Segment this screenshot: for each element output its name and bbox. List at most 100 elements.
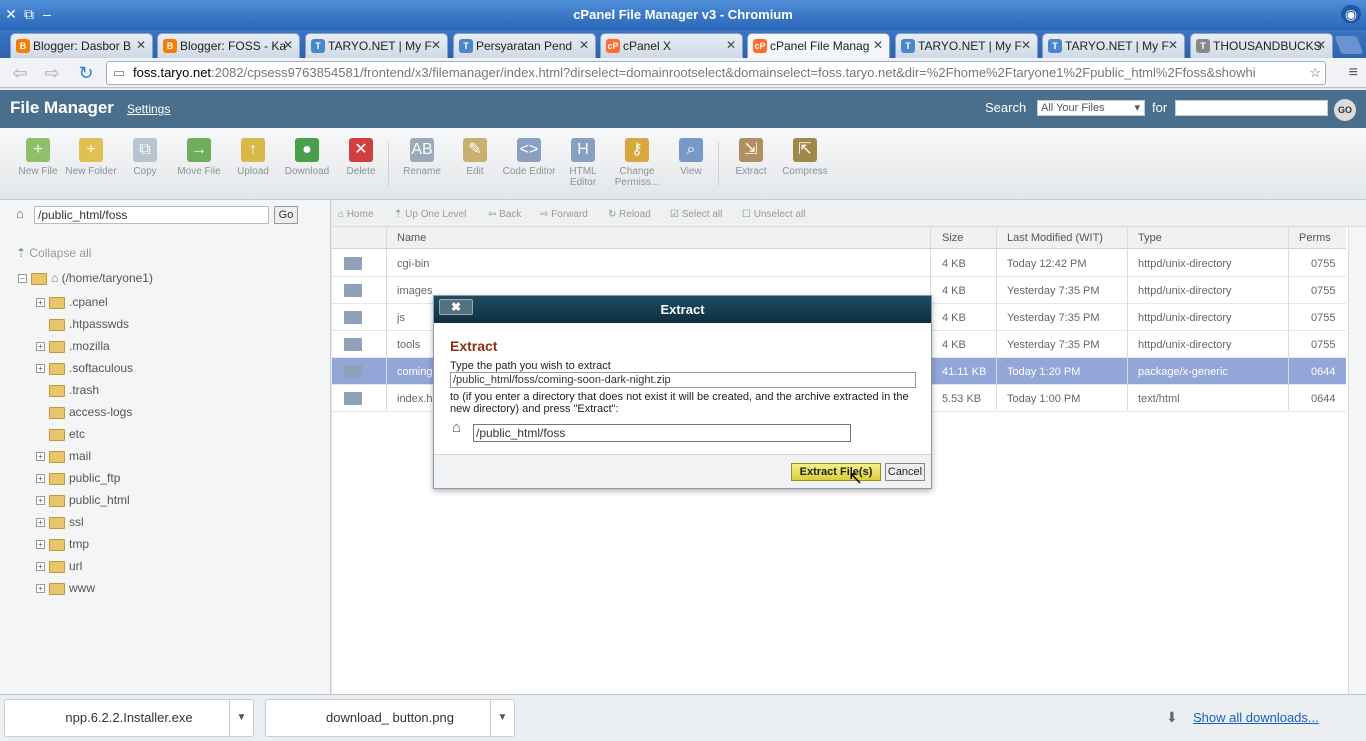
path-input[interactable]: /public_html/foss [34,206,269,224]
tab[interactable]: B Blogger: FOSS - Ka ✕ [157,33,300,58]
source-path-field[interactable]: /public_html/foss/coming-soon-dark-night… [450,372,916,388]
close-tab-icon[interactable]: ✕ [873,38,883,52]
tab[interactable]: T TARYO.NET | My F ✕ [1042,33,1185,58]
tree-item[interactable]: + .mozilla [36,339,110,353]
scrollbar[interactable] [1348,227,1366,694]
close-tab-icon[interactable]: ✕ [579,38,589,52]
tree-item[interactable]: + public_html [36,493,130,507]
tab[interactable]: cP cPanel File Manag ✕ [747,33,890,58]
file-modified: Today 12:42 PM [1007,258,1087,270]
nav-button[interactable]: ↻ Reload [608,209,651,220]
close-icon[interactable]: ✖ [439,299,473,315]
collapse-all-link[interactable]: ⇡ Collapse all [16,246,91,260]
tree-item[interactable]: + mail [36,449,91,463]
expand-toggle-icon[interactable]: + [36,540,45,550]
collapse-toggle-icon[interactable]: − [18,274,27,284]
expand-toggle-icon[interactable]: + [36,452,45,462]
tree-item[interactable]: + tmp [36,537,89,551]
tab[interactable]: T Persyaratan Pend ✕ [453,33,596,58]
forward-icon[interactable]: ⇨ [40,61,64,85]
cancel-button[interactable]: Cancel [885,463,925,481]
tree-item[interactable]: etc [36,427,85,441]
ribbon-button[interactable]: ✎ Edit [448,138,502,177]
ribbon-button[interactable]: <> Code Editor [502,138,556,177]
file-perms: 0755 [1311,312,1336,324]
path-go-button[interactable]: Go [274,206,298,224]
tree-item[interactable]: + .cpanel [36,295,108,309]
nav-button[interactable]: ⇦ Back [488,209,521,220]
back-icon[interactable]: ⇦ [8,61,32,85]
nav-button[interactable]: ⇨ Forward [540,209,588,220]
expand-toggle-icon[interactable]: + [36,342,45,352]
extract-files-button[interactable]: Extract File(s) [791,463,881,481]
tab[interactable]: T THOUSANDBUCKS ✕ [1190,33,1333,58]
ribbon-button[interactable]: + New Folder [64,138,118,177]
close-tab-icon[interactable]: ✕ [1021,38,1031,52]
search-go-button[interactable]: GO [1334,99,1356,121]
ribbon-button[interactable]: ⇱ Compress [778,138,832,177]
ribbon-button[interactable]: ⇲ Extract [724,138,778,177]
address-bar[interactable]: ▭ foss.taryo.net:2082/cpsess9763854581/f… [106,61,1326,85]
close-tab-icon[interactable]: ✕ [136,38,146,52]
search-scope-select[interactable]: All Your Files ▾ [1037,100,1145,116]
tree-item[interactable]: .htpasswds [36,317,129,331]
menu-icon[interactable]: ≡ [1349,64,1358,82]
ribbon-button[interactable]: ⌕ View [664,138,718,177]
target-path-input[interactable]: /public_html/foss [473,424,851,442]
nav-button[interactable]: ⇡ Up One Level [394,209,466,220]
tree-item[interactable]: + .softaculous [36,361,133,375]
ribbon-button[interactable]: + New File [11,138,65,177]
expand-toggle-icon[interactable]: + [36,364,45,374]
tree-item[interactable]: + public_ftp [36,471,120,485]
col-type[interactable]: Type [1138,232,1162,244]
tab[interactable]: T TARYO.NET | My F ✕ [895,33,1038,58]
tree-item[interactable]: + url [36,559,82,573]
tree-item[interactable]: access-logs [36,405,132,419]
tab[interactable]: B Blogger: Dasbor B ✕ [10,33,153,58]
col-size[interactable]: Size [942,232,963,244]
expand-toggle-icon[interactable]: + [36,584,45,594]
ribbon-button[interactable]: ● Download [280,138,334,177]
tab[interactable]: cP cPanel X ✕ [600,33,743,58]
close-tab-icon[interactable]: ✕ [431,38,441,52]
file-row[interactable]: cgi-bin 4 KB Today 12:42 PM httpd/unix-dire… [332,250,1346,277]
nav-button[interactable]: ☐ Unselect all [742,209,805,220]
col-perms[interactable]: Perms [1299,232,1331,244]
ribbon-button[interactable]: ⚷ Change Permiss... [610,138,664,188]
expand-toggle-icon[interactable]: + [36,496,45,506]
search-input[interactable] [1175,100,1328,116]
chevron-down-icon[interactable]: ▼ [490,700,514,736]
nav-button[interactable]: ⌂ Home [338,209,374,220]
close-tab-icon[interactable]: ✕ [283,38,293,52]
download-item[interactable]: download_ button.png ▼ [265,699,515,737]
expand-toggle-icon[interactable]: + [36,562,45,572]
ribbon-button[interactable]: ⧉ Copy [118,138,172,177]
expand-toggle-icon[interactable]: + [36,474,45,484]
close-tab-icon[interactable]: ✕ [1316,38,1326,52]
download-item[interactable]: npp.6.2.2.Installer.exe ▼ [4,699,254,737]
tab[interactable]: T TARYO.NET | My F ✕ [305,33,448,58]
ribbon-button[interactable]: ✕ Delete [334,138,388,177]
browser-toolbar: ⇦ ⇨ ↻ ▭ foss.taryo.net:2082/cpsess976385… [0,58,1366,88]
bookmark-star-icon[interactable]: ☆ [1305,62,1321,84]
ribbon-button[interactable]: → Move File [172,138,226,177]
tree-item[interactable]: + www [36,581,95,595]
ribbon-button[interactable]: AB Rename [395,138,449,177]
chevron-down-icon[interactable]: ▼ [229,700,253,736]
settings-link[interactable]: Settings [127,102,170,116]
ribbon-button[interactable]: H HTML Editor [556,138,610,188]
tree-item[interactable]: + ssl [36,515,84,529]
close-tab-icon[interactable]: ✕ [1168,38,1178,52]
col-name[interactable]: Name [397,232,426,244]
expand-toggle-icon[interactable]: + [36,518,45,528]
close-tab-icon[interactable]: ✕ [726,38,736,52]
reload-icon[interactable]: ↻ [74,61,98,85]
expand-toggle-icon[interactable]: + [36,298,45,308]
tree-item[interactable]: .trash [36,383,99,397]
col-modified[interactable]: Last Modified (WIT) [1007,232,1103,244]
new-tab-button[interactable] [1334,36,1364,54]
nav-button[interactable]: ☑ Select all [670,209,722,220]
tree-root[interactable]: − ⌂ (/home/taryone1) [18,271,153,285]
show-all-downloads-link[interactable]: Show all downloads... [1193,710,1319,725]
ribbon-button[interactable]: ↑ Upload [226,138,280,177]
